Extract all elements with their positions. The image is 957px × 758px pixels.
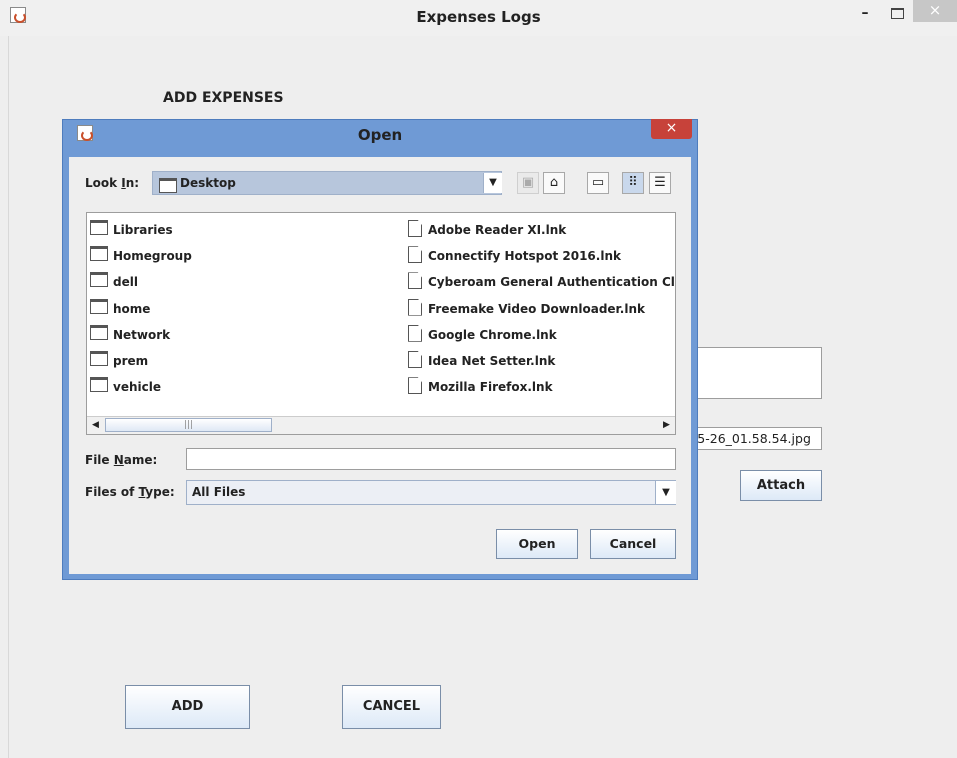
file-name-input[interactable] bbox=[186, 448, 676, 470]
folder-icon bbox=[90, 220, 108, 235]
file-item[interactable]: Mozilla Firefox.lnk bbox=[407, 377, 553, 395]
folder-item[interactable]: Homegroup bbox=[90, 246, 192, 264]
maximize-button[interactable] bbox=[887, 4, 907, 24]
file-name: Adobe Reader XI.lnk bbox=[428, 223, 567, 237]
file-icon bbox=[408, 377, 422, 395]
horizontal-scrollbar[interactable]: ◀ ||| ▶ bbox=[87, 416, 675, 434]
file-type-label: Files of Type: bbox=[85, 485, 175, 499]
file-name-label: File Name: bbox=[85, 453, 158, 467]
file-item[interactable]: Idea Net Setter.lnk bbox=[407, 351, 555, 369]
folder-name: Network bbox=[113, 327, 171, 342]
folder-item[interactable]: home bbox=[90, 298, 151, 317]
new-folder-button[interactable]: ▭ bbox=[587, 172, 609, 194]
file-item[interactable]: Adobe Reader XI.lnk bbox=[407, 220, 566, 238]
look-in-label: Look In: bbox=[85, 176, 140, 190]
file-icon bbox=[408, 272, 422, 290]
folder-icon bbox=[159, 178, 177, 193]
file-item[interactable]: Google Chrome.lnk bbox=[407, 324, 557, 343]
folder-icon bbox=[90, 246, 108, 262]
folder-icon bbox=[90, 298, 108, 314]
list-view-button[interactable]: ⠿ bbox=[622, 172, 644, 194]
folder-item[interactable]: Libraries bbox=[90, 220, 173, 238]
file-name: Cyberoam General Authentication Cl bbox=[428, 275, 675, 290]
file-name: Google Chrome.lnk bbox=[428, 327, 557, 342]
details-view-icon: ☰ bbox=[654, 175, 666, 190]
folder-icon bbox=[90, 351, 108, 366]
folder-name: prem bbox=[113, 354, 149, 368]
folder-icon bbox=[90, 324, 108, 340]
close-window-button[interactable]: × bbox=[913, 0, 957, 22]
cancel-button[interactable]: CANCEL bbox=[342, 685, 441, 729]
folder-name: vehicle bbox=[113, 380, 161, 395]
file-icon bbox=[408, 246, 422, 264]
dialog-title: Open bbox=[357, 126, 403, 144]
folder-item[interactable]: Network bbox=[90, 324, 171, 343]
open-button[interactable]: Open bbox=[496, 529, 578, 559]
look-in-value: Desktop bbox=[180, 176, 236, 190]
list-view-icon: ⠿ bbox=[628, 175, 638, 190]
folder-icon bbox=[90, 377, 108, 393]
dialog-close-button[interactable]: × bbox=[651, 119, 692, 139]
form-heading: ADD EXPENSES bbox=[163, 90, 284, 106]
folder-name: home bbox=[113, 301, 151, 316]
home-button[interactable]: ⌂ bbox=[543, 172, 565, 194]
description-textarea[interactable] bbox=[690, 347, 822, 399]
folder-name: Homegroup bbox=[113, 249, 192, 264]
folder-item[interactable]: vehicle bbox=[90, 377, 161, 395]
details-view-button[interactable]: ☰ bbox=[649, 172, 671, 194]
file-item[interactable]: Cyberoam General Authentication Cl bbox=[407, 272, 675, 290]
window-title: Expenses Logs bbox=[416, 8, 541, 26]
chevron-down-icon[interactable]: ▼ bbox=[655, 481, 676, 504]
up-one-level-button[interactable]: ▣ bbox=[517, 172, 539, 194]
file-name: Mozilla Firefox.lnk bbox=[428, 380, 553, 395]
folder-icon bbox=[90, 272, 108, 288]
minimize-button[interactable]: – bbox=[854, 4, 876, 24]
file-type-combo[interactable] bbox=[186, 480, 676, 505]
maximize-icon bbox=[890, 8, 904, 19]
attach-button[interactable]: Attach bbox=[740, 470, 822, 501]
home-icon: ⌂ bbox=[549, 175, 559, 190]
scroll-right-arrow-icon[interactable]: ▶ bbox=[658, 417, 675, 434]
folder-name: Libraries bbox=[113, 223, 173, 237]
file-icon bbox=[408, 220, 422, 237]
file-icon bbox=[408, 298, 422, 316]
file-type-value: All Files bbox=[192, 485, 246, 499]
folder-name: dell bbox=[113, 275, 138, 290]
file-icon bbox=[408, 351, 422, 368]
folder-item[interactable]: prem bbox=[90, 351, 148, 369]
scrollbar-thumb[interactable]: ||| bbox=[105, 418, 272, 432]
file-name: Connectify Hotspot 2016.lnk bbox=[428, 249, 621, 264]
file-icon bbox=[408, 324, 422, 342]
file-item[interactable]: Freemake Video Downloader.lnk bbox=[407, 298, 645, 317]
file-name: Freemake Video Downloader.lnk bbox=[428, 301, 645, 316]
add-button[interactable]: ADD bbox=[125, 685, 250, 729]
scroll-left-arrow-icon[interactable]: ◀ bbox=[87, 417, 104, 434]
chevron-down-icon[interactable]: ▼ bbox=[483, 173, 502, 193]
dialog-cancel-button[interactable]: Cancel bbox=[590, 529, 676, 559]
up-folder-icon: ▣ bbox=[521, 175, 535, 190]
folder-item[interactable]: dell bbox=[90, 272, 138, 290]
attachment-path-field[interactable]: 2016-05-26_01.58.54.jpg bbox=[690, 427, 822, 450]
file-list[interactable]: Libraries Homegroup dell home Network prem veh… bbox=[86, 212, 676, 435]
file-item[interactable]: Connectify Hotspot 2016.lnk bbox=[407, 246, 621, 264]
file-name: Idea Net Setter.lnk bbox=[428, 354, 556, 368]
new-folder-icon: ▭ bbox=[591, 175, 605, 190]
